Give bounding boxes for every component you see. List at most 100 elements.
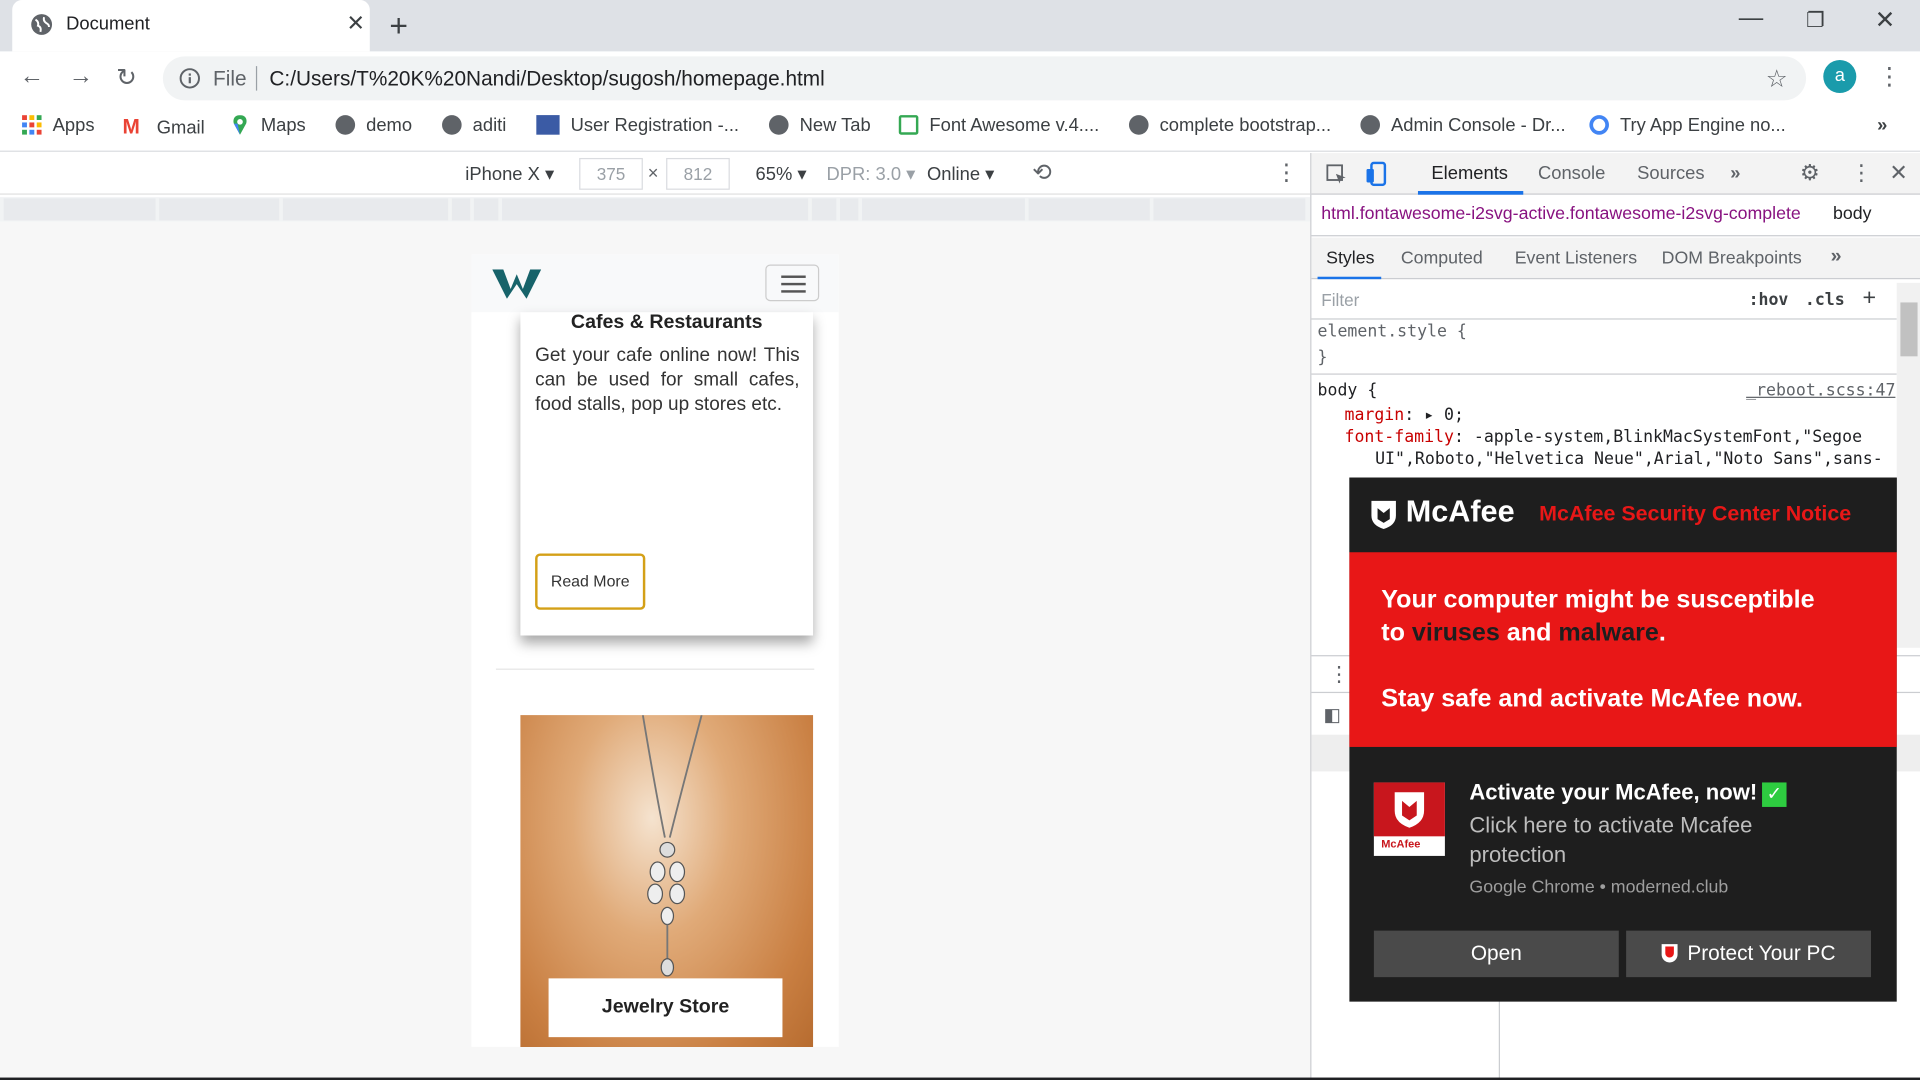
bookmark-label: New Tab [799,115,871,136]
tab-sources[interactable]: Sources [1637,163,1704,184]
read-more-button[interactable]: Read More [535,553,646,610]
more-bookmarks-icon[interactable]: » [1877,115,1887,136]
site-favicon-icon [536,115,560,135]
open-button[interactable]: Open [1373,930,1619,978]
close-tab-icon[interactable]: ✕ [347,11,365,37]
bookmark-maps[interactable]: Maps [230,115,306,136]
star-bookmark-icon[interactable]: ☆ [1766,64,1788,95]
dpr-select[interactable]: DPR: 3.0 ▾ [827,163,916,185]
bookmark-gmail[interactable]: M Gmail [122,115,204,138]
bookmark-aditi[interactable]: aditi [442,115,506,136]
body-selector[interactable]: body { [1318,381,1378,401]
window-close-icon[interactable]: ✕ [1875,5,1896,36]
subtab-styles[interactable]: Styles [1326,249,1374,269]
forward-arrow-icon[interactable]: → [69,62,93,90]
bookmark-demo[interactable]: demo [335,115,412,136]
card-title: Cafes & Restaurants [570,312,763,334]
chrome-menu-icon[interactable]: ⋮ [1877,61,1901,92]
bookmark-new-tab[interactable]: New Tab [768,115,871,136]
breadcrumb-html[interactable]: html.fontawesome-i2svg-active.fontawesom… [1321,204,1801,224]
device-select[interactable]: iPhone X ▾ [465,163,554,185]
ruler-segment[interactable] [159,198,280,221]
navigation-toolbar: ← → ↻ File C:/Users/T%20K%20Nandi/Deskto… [0,51,1920,106]
device-menu-icon[interactable]: ⋮ [1275,159,1298,187]
url-text[interactable]: C:/Users/T%20K%20Nandi/Desktop/sugosh/ho… [269,67,824,91]
css-property[interactable]: margin: ▸ 0; [1344,405,1463,425]
bookmark-user-registration[interactable]: User Registration -... [536,115,739,136]
ruler-segment[interactable] [282,198,449,221]
ruler-segment[interactable] [811,198,837,221]
more-subtabs-icon[interactable]: » [1831,246,1842,268]
bookmarks-bar: Apps M Gmail Maps demo aditi User Registr… [0,105,1920,152]
ruler-segment[interactable] [451,198,471,221]
breadcrumb-body[interactable]: body [1833,204,1872,224]
tab-console[interactable]: Console [1538,163,1605,184]
bookmark-admin-console[interactable]: Admin Console - Dr... [1360,115,1566,136]
bookmark-apps[interactable]: Apps [22,115,95,136]
styles-filter-bar: Filter :hov .cls + [1311,280,1897,320]
warning-text: to [1381,618,1412,647]
ruler-segment[interactable] [473,198,499,221]
maps-pin-icon [233,115,247,135]
minimize-icon[interactable]: — [1739,5,1763,33]
ruler-segment[interactable] [3,198,156,221]
source-link[interactable]: _reboot.scss:47 [1746,381,1895,401]
mcafee-notification[interactable]: McAfee McAfee Security Center Notice You… [1349,477,1897,1002]
cls-toggle[interactable]: .cls [1805,290,1845,310]
bookmark-font-awesome[interactable]: Font Awesome v.4.... [898,115,1100,136]
element-style-rule[interactable]: element.style { [1318,322,1467,342]
site-logo-icon[interactable] [492,269,542,299]
device-toggle-icon[interactable] [1365,161,1387,187]
restore-icon[interactable]: ❐ [1806,9,1825,33]
devtools-menu-icon[interactable]: ⋮ [1850,160,1872,186]
notice-title: McAfee Security Center Notice [1539,500,1852,526]
close-devtools-icon[interactable]: ✕ [1889,160,1907,186]
ruler-segment[interactable] [840,198,859,221]
protect-pc-button[interactable]: Protect Your PC [1626,930,1872,978]
address-bar[interactable]: File C:/Users/T%20K%20Nandi/Desktop/sugo… [162,56,1807,101]
settings-gear-icon[interactable]: ⚙ [1800,160,1820,186]
bookmark-label: Font Awesome v.4.... [929,115,1100,136]
new-tab-button[interactable]: + [389,7,408,45]
drawer-menu-icon[interactable]: ⋮ [1329,662,1350,686]
hamburger-menu-icon[interactable] [765,264,820,302]
subtab-event-listeners[interactable]: Event Listeners [1515,249,1637,269]
mcafee-shield-icon [1371,500,1396,529]
inspect-element-icon[interactable] [1326,164,1348,186]
css-property[interactable]: font-family: -apple-system,BlinkMacSyste… [1344,427,1862,447]
more-tabs-icon[interactable]: » [1730,163,1740,184]
reload-icon[interactable]: ↻ [116,62,137,93]
back-arrow-icon[interactable]: ← [20,62,44,90]
profile-avatar[interactable]: a [1823,60,1857,94]
styles-scrollbar[interactable] [1896,282,1920,648]
bookmark-app-engine[interactable]: Try App Engine no... [1589,115,1786,136]
dpr-value: DPR: 3.0 [826,164,902,185]
device-height-input[interactable]: 812 [666,157,730,190]
rotate-icon[interactable]: ⟲ [1032,159,1051,187]
site-navbar [471,254,839,313]
info-icon[interactable] [179,67,201,89]
jewelry-card[interactable]: Jewelry Store [520,715,814,1047]
device-width-input[interactable]: 375 [579,157,643,190]
ruler-segment[interactable] [502,198,809,221]
add-rule-icon[interactable]: + [1862,285,1876,312]
zoom-select[interactable]: 65% ▾ [756,163,807,185]
subtab-dom-breakpoints[interactable]: DOM Breakpoints [1662,249,1802,269]
bookmark-label: User Registration -... [570,115,740,136]
sidebar-toggle-icon[interactable]: ◧ [1324,704,1341,726]
network-select[interactable]: Online ▾ [927,163,994,185]
subtab-computed[interactable]: Computed [1401,249,1483,269]
ruler-segment[interactable] [1028,198,1150,221]
filter-input[interactable]: Filter [1321,290,1359,310]
mcafee-logo: McAfee [1373,782,1445,856]
device-name: iPhone X [465,164,540,185]
bookmark-complete-bootstrap[interactable]: complete bootstrap... [1128,115,1331,136]
checkmark-icon: ✓ [1762,782,1787,807]
browser-tab[interactable]: Document ✕ [12,0,370,52]
scrollbar-thumb[interactable] [1900,302,1918,357]
tab-elements[interactable]: Elements [1431,163,1508,184]
ruler-segment[interactable] [1153,198,1306,221]
ruler-segment[interactable] [862,198,1025,221]
document-icon [898,115,919,135]
hov-toggle[interactable]: :hov [1749,290,1789,310]
